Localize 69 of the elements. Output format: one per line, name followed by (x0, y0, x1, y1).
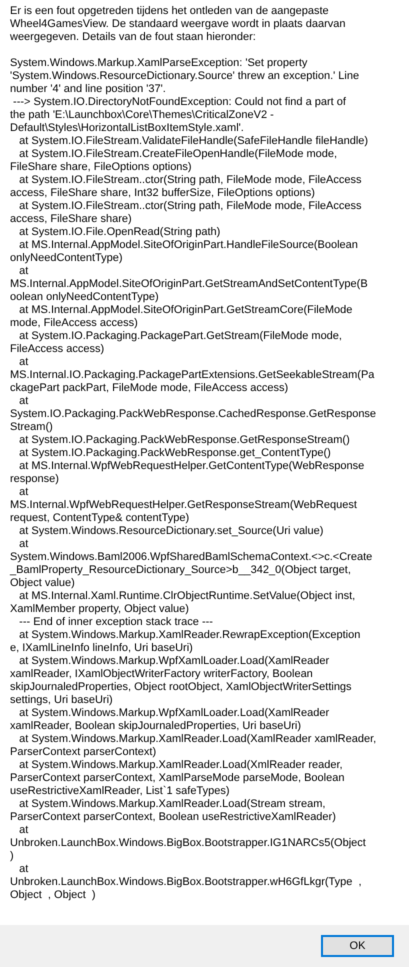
error-detail-line: Stream() (10, 421, 53, 434)
error-detail-line: onlyNeedContentType) (10, 252, 123, 265)
error-detail-line: System.IO.Packaging.PackWebResponse.CachedResponse.GetResponse (10, 408, 376, 421)
error-detail-line: at System.IO.FileStream.CreateFileOpenHandle(FileMode mode, (18, 148, 338, 161)
error-detail-line: MS.Internal.WpfWebRequestHelper.GetResponseStream(WebRequest (10, 499, 357, 512)
error-detail-line: MS.Internal.IO.Packaging.PackagePartExtensions.GetSeekableStream(Pa (10, 369, 374, 382)
error-detail-line: Unbroken.LaunchBox.Windows.BigBox.Bootstrapper.IG1NARCs5(Object (10, 837, 366, 850)
error-detail-line: at (18, 265, 28, 278)
error-detail-line: ckagePart packPart, FileMode mode, FileAccess access) (10, 382, 288, 395)
error-detail-line: request, ContentType& contentType) (10, 512, 190, 525)
error-detail-line: useRestrictiveXamlReader, List`1 safeTypes) (10, 785, 230, 798)
error-detail-line: ) (10, 850, 14, 863)
error-detail-line: at System.IO.FileStream.ValidateFileHandle(SafeFileHandle fileHandle) (18, 135, 368, 148)
error-detail-line: number '4' and line position '37'. (10, 83, 166, 96)
error-detail-line: at (18, 486, 28, 499)
error-detail-line: at (18, 356, 28, 369)
error-detail-line: at System.IO.File.OpenRead(String path) (18, 226, 220, 239)
error-detail-line: at System.Windows.Markup.WpfXamlLoader.Load(XamlReader (18, 655, 330, 668)
error-detail-line: at System.IO.FileStream..ctor(String path, FileMode mode, FileAccess (18, 174, 362, 187)
error-detail-line: at (18, 824, 28, 837)
message-line: Wheel4GamesView. De standaard weergave wordt in plaats daarvan (10, 18, 346, 31)
error-detail-line: at System.IO.FileStream..ctor(String path, FileMode mode, FileAccess (18, 200, 362, 213)
error-detail-line: Object , Object ) (10, 889, 96, 902)
error-detail-line: _BamlProperty_ResourceDictionary_Source>b__342_0(Object target, (10, 564, 351, 577)
error-detail-line: System.Windows.Markup.XamlParseException: 'Set property (10, 57, 308, 70)
error-detail-line: at System.IO.Packaging.PackagePart.GetStream(FileMode mode, (18, 330, 342, 343)
error-detail-line: xamlReader, IXamlObjectWriterFactory writerFactory, Boolean (10, 668, 313, 681)
error-detail-line: at MS.Internal.AppModel.SiteOfOriginPart.GetStreamCore(FileMode (18, 304, 352, 317)
error-detail-line: ParserContext parserContext, XamlParseMode parseMode, Boolean (10, 772, 344, 785)
error-detail-line: access, FileShare share, Int32 bufferSize, FileOptions options) (10, 187, 315, 200)
error-detail-line: at System.Windows.Markup.XamlReader.Load(XmlReader reader, (18, 759, 343, 772)
error-detail-line: access, FileShare share) (10, 213, 132, 226)
error-detail-line: at System.Windows.ResourceDictionary.set_Source(Uri value) (18, 525, 324, 538)
error-detail-line: --- End of inner exception stack trace --- (18, 616, 213, 629)
error-detail-line: ---> System.IO.DirectoryNotFoundException: Could not find a part of (12, 96, 346, 109)
error-detail-line: System.Windows.Baml2006.WpfSharedBamlSchemaContext.<>c.<Create (10, 551, 372, 564)
error-detail-line: Object value) (10, 577, 75, 590)
error-detail-line: ParserContext parserContext, Boolean useRestrictiveXamlReader) (10, 811, 336, 824)
error-detail-line: settings, Uri baseUri) (10, 694, 113, 707)
error-detail-line: Unbroken.LaunchBox.Windows.BigBox.Bootstrapper.wH6GfLkgr(Type , (10, 876, 362, 889)
error-detail-line: MS.Internal.AppModel.SiteOfOriginPart.GetStreamAndSetContentType(B (10, 278, 368, 291)
error-detail-line: e, IXamlLineInfo lineInfo, Uri baseUri) (10, 642, 193, 655)
error-detail-line: FileShare share, FileOptions options) (10, 161, 192, 174)
error-detail-line: at (18, 863, 28, 876)
error-detail-line: at System.Windows.Markup.XamlReader.RewrapException(Exception (18, 629, 360, 642)
error-detail-line: at System.Windows.Markup.XamlReader.Load(XamlReader xamlReader, (18, 733, 376, 746)
error-detail-line: XamlMember property, Object value) (10, 603, 189, 616)
error-detail-line: xamlReader, Boolean skipJournaledProperties, Uri baseUri) (10, 720, 302, 733)
error-detail-line: at (18, 538, 28, 551)
error-detail-line: at System.Windows.Markup.WpfXamlLoader.Load(XamlReader (18, 707, 330, 720)
error-detail-line: at MS.Internal.WpfWebRequestHelper.GetContentType(WebResponse (18, 460, 364, 473)
error-detail-line: at System.Windows.Markup.XamlReader.Load(Stream stream, (18, 798, 326, 811)
error-detail-line: ParserContext parserContext) (10, 746, 156, 759)
message-line: weergegeven. Details van de fout staan hieronder: (10, 31, 256, 44)
error-detail-line: skipJournaledProperties, Object rootObject, XamlObjectWriterSettings (10, 681, 352, 694)
error-detail-line: Default\Styles\HorizontalListBoxItemStyle.xaml'. (10, 122, 244, 135)
error-detail-line: response) (10, 473, 59, 486)
error-detail-line: the path 'E:\Launchbox\Core\Themes\CriticalZoneV2 - (10, 109, 274, 122)
error-detail-line: at MS.Internal.AppModel.SiteOfOriginPart.HandleFileSource(Boolean (18, 239, 358, 252)
error-detail-line: FileAccess access) (10, 343, 104, 356)
error-detail-line: oolean onlyNeedContentType) (10, 291, 159, 304)
error-detail-line: at System.IO.Packaging.PackWebResponse.GetResponseStream() (18, 434, 350, 447)
error-detail-line: at System.IO.Packaging.PackWebResponse.get_ContentType() (18, 447, 331, 460)
message-line: Er is een fout opgetreden tijdens het ontleden van de aangepaste (10, 5, 329, 18)
error-detail-line: at MS.Internal.Xaml.Runtime.ClrObjectRuntime.SetValue(Object inst, (18, 590, 356, 603)
error-detail-line: 'System.Windows.ResourceDictionary.Source' threw an exception.' Line (10, 70, 360, 83)
error-detail-line: at (18, 395, 28, 408)
ok-button[interactable]: OK (321, 935, 394, 957)
error-detail-line: mode, FileAccess access) (10, 317, 138, 330)
